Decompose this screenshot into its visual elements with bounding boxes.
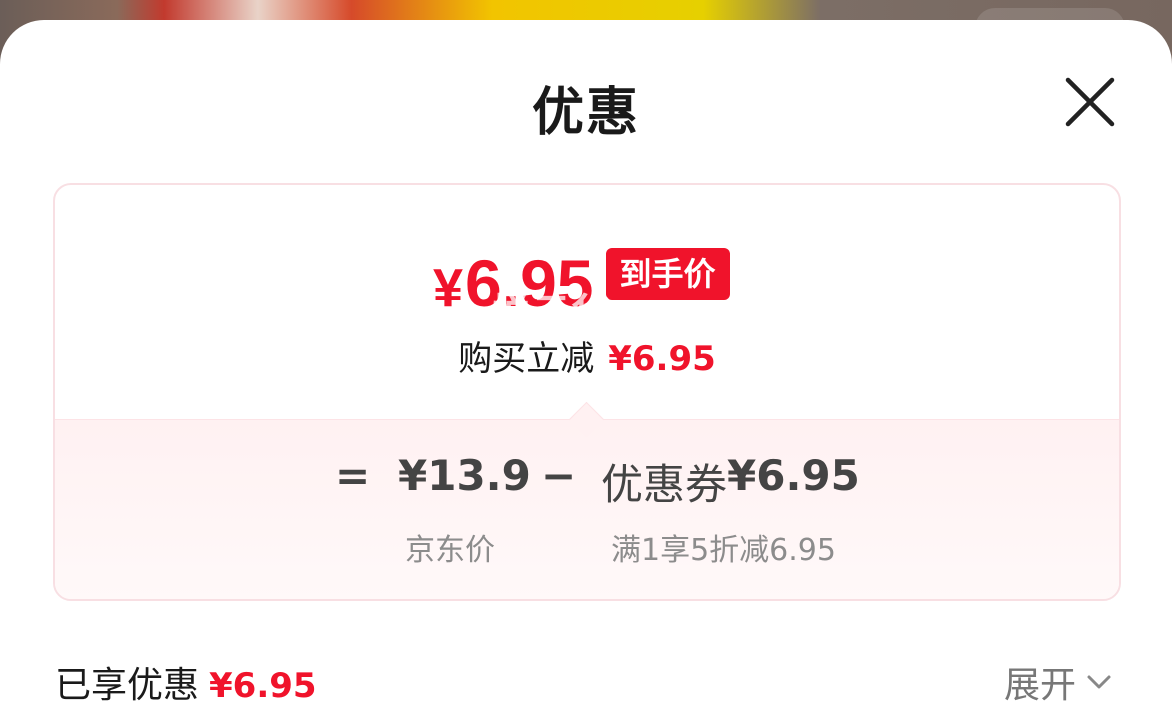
expand-label: 展开 (1004, 665, 1077, 706)
coupon-label: 优惠券 (601, 460, 728, 509)
reduction-label: 购买立减 (458, 339, 595, 379)
close-button[interactable] (1062, 74, 1118, 130)
final-price-badge: 到手价 (605, 248, 730, 300)
reduction-amount: ¥6.95 (608, 339, 716, 379)
coupon-amount: ¥6.95 (727, 451, 860, 500)
close-icon (1065, 77, 1115, 127)
equals-sign: = (335, 451, 371, 500)
coupon-caption: 满1享5折减6.95 (611, 533, 836, 568)
base-price-caption: 京东价 (405, 533, 495, 568)
chevron-down-icon (1087, 675, 1111, 689)
discount-sheet: 优惠 ¥6.95 到手价 悦云华 购买立减 ¥6.95 = ¥13.9 − 优惠券… (0, 20, 1172, 712)
enjoyed-discount: 已享优惠 ¥6.95 (55, 656, 317, 708)
minus-sign: − (541, 451, 577, 500)
calculation-row: = ¥13.9 − 优惠券 ¥6.95 (55, 451, 1119, 511)
price-breakdown-card: ¥6.95 到手价 悦云华 购买立减 ¥6.95 = ¥13.9 − 优惠券 ¥6… (53, 183, 1121, 601)
instant-reduction-row: 购买立减 ¥6.95 (55, 331, 1119, 380)
enjoyed-label: 已享优惠 (55, 665, 200, 706)
caption-row: 京东价 满1享5折减6.95 (55, 525, 1119, 568)
sheet-title: 优惠 (531, 83, 640, 143)
enjoyed-amount: ¥6.95 (209, 666, 317, 706)
expand-button[interactable]: 展开 (1004, 656, 1114, 708)
base-price: ¥13.9 (398, 451, 531, 500)
